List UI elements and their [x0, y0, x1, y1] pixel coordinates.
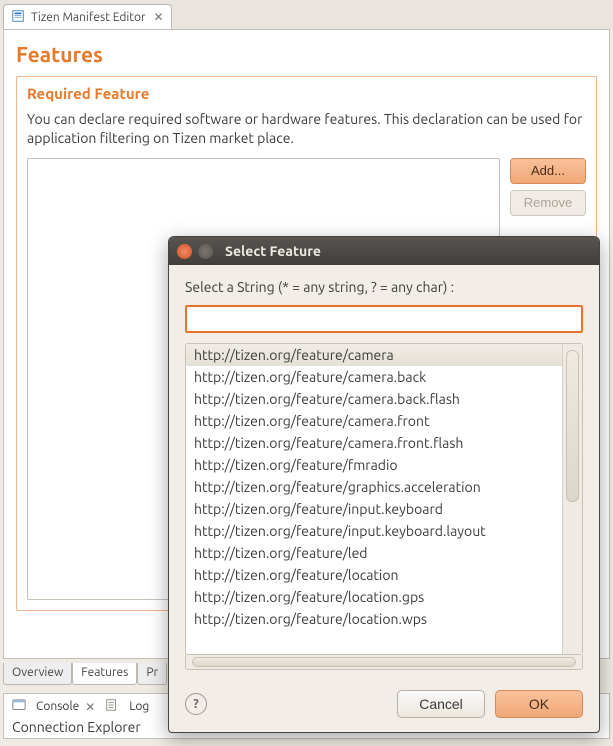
horizontal-scrollbar[interactable]	[185, 655, 583, 670]
filter-input[interactable]	[185, 305, 583, 333]
list-item[interactable]: http://tizen.org/feature/input.keyboard.…	[186, 520, 562, 542]
list-item[interactable]: http://tizen.org/feature/fmradio	[186, 454, 562, 476]
console-tab-label[interactable]: Console	[36, 700, 79, 713]
dialog-titlebar[interactable]: Select Feature	[169, 237, 599, 265]
editor-tab-active[interactable]: Tizen Manifest Editor ✕	[3, 4, 172, 29]
tab-privileges-truncated[interactable]: Pr	[137, 663, 167, 685]
list-item[interactable]: http://tizen.org/feature/camera.back.fla…	[186, 388, 562, 410]
close-icon[interactable]: ✕	[154, 10, 164, 24]
window-minimize-icon[interactable]	[198, 244, 213, 259]
console-icon	[12, 698, 26, 715]
close-icon[interactable]: ✕	[85, 700, 95, 714]
log-tab-label[interactable]: Log	[129, 700, 149, 713]
list-item[interactable]: http://tizen.org/feature/location	[186, 564, 562, 586]
tab-overview[interactable]: Overview	[3, 663, 72, 685]
section-title: Required Feature	[27, 85, 586, 102]
help-icon[interactable]: ?	[185, 693, 207, 715]
list-item[interactable]: http://tizen.org/feature/location.wps	[186, 608, 562, 630]
select-feature-dialog: Select Feature Select a String (* = any …	[168, 236, 600, 733]
list-item[interactable]: http://tizen.org/feature/location.gps	[186, 586, 562, 608]
list-item[interactable]: http://tizen.org/feature/camera	[186, 344, 562, 366]
page-title: Features	[16, 42, 597, 66]
dialog-prompt: Select a String (* = any string, ? = any…	[185, 279, 583, 295]
tab-features[interactable]: Features	[72, 663, 137, 685]
add-button[interactable]: Add...	[510, 158, 586, 184]
list-item[interactable]: http://tizen.org/feature/camera.back	[186, 366, 562, 388]
list-item[interactable]: http://tizen.org/feature/camera.front	[186, 410, 562, 432]
feature-listbox[interactable]: http://tizen.org/feature/camerahttp://ti…	[186, 344, 562, 654]
section-description: You can declare required software or har…	[27, 110, 586, 148]
list-item[interactable]: http://tizen.org/feature/graphics.accele…	[186, 476, 562, 498]
editor-tab-strip: Tizen Manifest Editor ✕	[0, 0, 613, 29]
scrollbar-thumb[interactable]	[192, 657, 576, 667]
ok-button[interactable]: OK	[495, 690, 583, 718]
scrollbar-thumb[interactable]	[566, 350, 579, 502]
vertical-scrollbar[interactable]	[562, 344, 582, 654]
dialog-title: Select Feature	[225, 243, 321, 259]
log-icon	[105, 698, 119, 715]
list-item[interactable]: http://tizen.org/feature/input.keyboard	[186, 498, 562, 520]
manifest-icon	[11, 9, 25, 26]
remove-button[interactable]: Remove	[510, 190, 586, 216]
list-item[interactable]: http://tizen.org/feature/led	[186, 542, 562, 564]
window-close-icon[interactable]	[177, 244, 192, 259]
cancel-button[interactable]: Cancel	[397, 690, 485, 718]
list-item[interactable]: http://tizen.org/feature/camera.front.fl…	[186, 432, 562, 454]
editor-tab-label: Tizen Manifest Editor	[31, 11, 146, 24]
